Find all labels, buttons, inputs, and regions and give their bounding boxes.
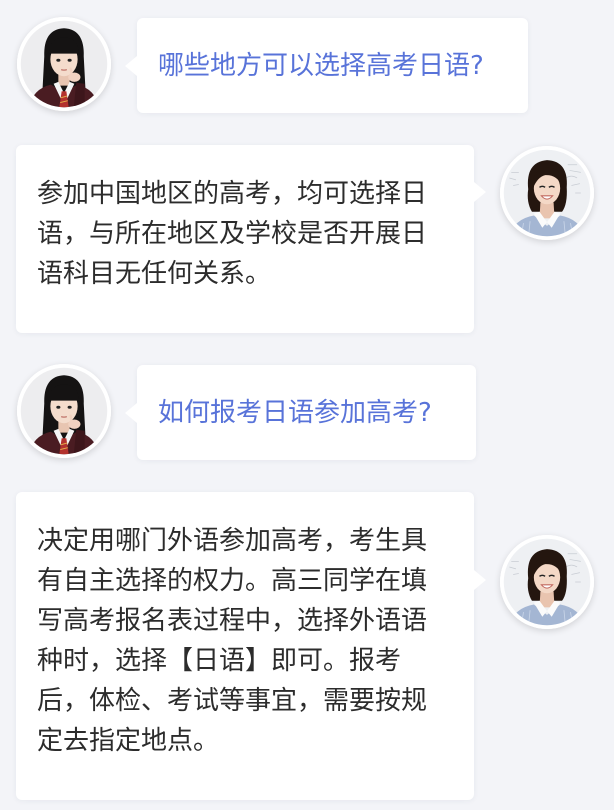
question-bubble: 如何报考日语参加高考?	[125, 365, 476, 460]
teacher-avatar	[500, 535, 594, 629]
answer-text: 参加中国地区的高考，均可选择日语，与所在地区及学校是否开展日语科目无任何关系。	[37, 179, 428, 289]
question-text: 如何报考日语参加高考?	[158, 398, 432, 428]
answer-bubble: 参加中国地区的高考，均可选择日语，与所在地区及学校是否开展日语科目无任何关系。	[16, 145, 486, 333]
teacher-avatar-icon	[500, 535, 594, 629]
student-avatar	[17, 17, 111, 111]
student-avatar-icon	[17, 17, 111, 111]
student-avatar-icon	[17, 364, 111, 458]
answer-text: 决定用哪门外语参加高考，考生具有自主选择的权力。高三同学在填写高考报名表过程中，…	[37, 526, 428, 756]
question-bubble: 哪些地方可以选择高考日语?	[125, 18, 528, 113]
teacher-avatar	[500, 146, 594, 240]
teacher-avatar-icon	[500, 146, 594, 240]
question-text: 哪些地方可以选择高考日语?	[158, 51, 484, 81]
answer-bubble: 决定用哪门外语参加高考，考生具有自主选择的权力。高三同学在填写高考报名表过程中，…	[16, 492, 486, 800]
student-avatar	[17, 364, 111, 458]
